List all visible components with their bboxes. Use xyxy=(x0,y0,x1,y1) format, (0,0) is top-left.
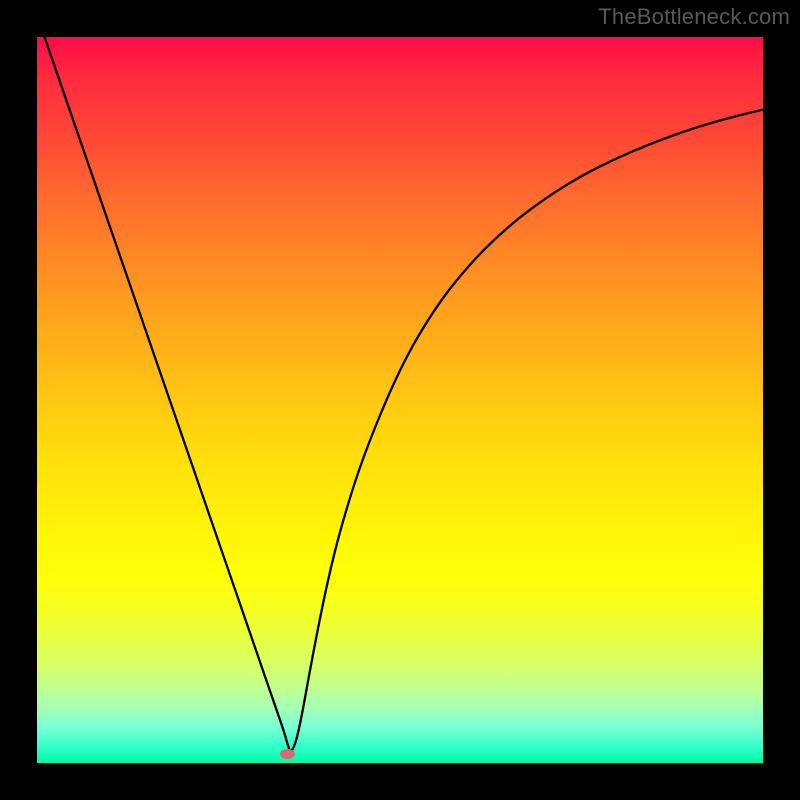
bottleneck-curve xyxy=(37,37,763,763)
chart-container: TheBottleneck.com xyxy=(0,0,800,800)
watermark-text: TheBottleneck.com xyxy=(598,4,790,30)
plot-area xyxy=(37,37,763,763)
